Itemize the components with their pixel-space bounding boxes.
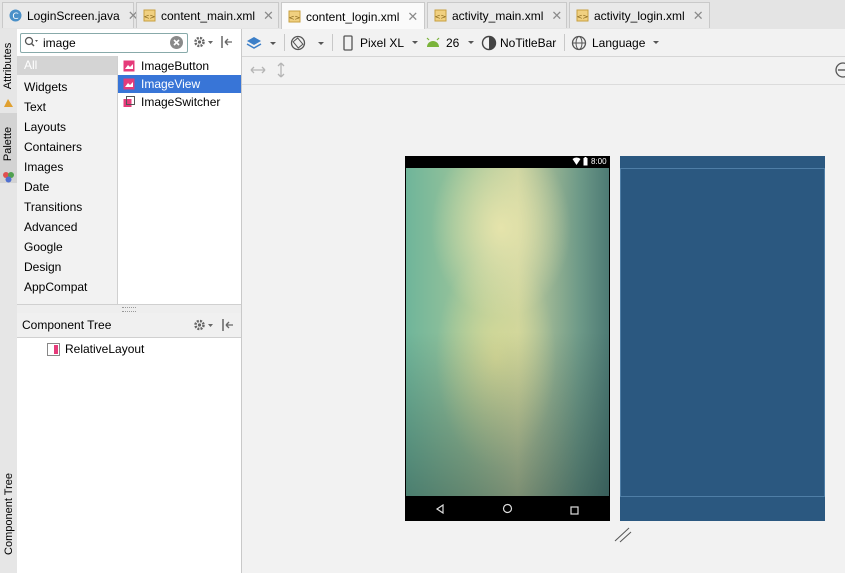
language-selector[interactable]: Language (571, 29, 664, 56)
tab-label: activity_main.xml (452, 8, 544, 23)
image-switcher-icon (123, 96, 135, 107)
xml-file-icon: <> (576, 9, 589, 23)
side-tab-attributes[interactable]: Attributes (0, 34, 17, 98)
tab-loginscreen-java[interactable]: C LoginScreen.java ✕ (2, 2, 139, 28)
side-tab-component-tree[interactable]: Component Tree (0, 458, 17, 570)
tab-content-login-xml[interactable]: <> content_login.xml ✕ (281, 2, 425, 30)
category-appcompat[interactable]: AppCompat (24, 280, 87, 294)
svg-text:<>: <> (289, 14, 301, 22)
chevron-down-icon (412, 40, 419, 44)
palette-item-imageview[interactable]: ImageView (118, 75, 241, 93)
rotate-icon (290, 35, 324, 50)
api-level-selector[interactable]: 26 (425, 29, 479, 56)
palette-item-imageswitcher[interactable]: ImageSwitcher (118, 93, 241, 111)
palette-icon (2, 170, 15, 186)
component-tree-title: Component Tree (22, 318, 112, 332)
layers-icon (246, 36, 276, 49)
theme-label: NoTitleBar (500, 35, 557, 50)
vertical-resize-icon[interactable] (274, 62, 288, 81)
palette-search-field[interactable]: image (20, 33, 188, 53)
category-date[interactable]: Date (24, 180, 49, 194)
blueprint-navbar-fill (497, 497, 609, 521)
svg-text:C: C (12, 12, 18, 22)
svg-text:<>: <> (144, 13, 156, 21)
device-selector[interactable]: Pixel XL (341, 29, 423, 56)
clear-search-icon[interactable] (169, 35, 184, 53)
image-view-icon (123, 78, 135, 90)
tab-label: LoginScreen.java (27, 8, 120, 23)
back-icon (435, 503, 445, 517)
palette-item-imagebutton[interactable]: ImageButton (118, 57, 241, 75)
side-tab-palette[interactable]: Palette (0, 116, 17, 172)
category-design[interactable]: Design (24, 260, 61, 274)
close-icon[interactable]: ✕ (407, 9, 418, 25)
chevron-down-icon (468, 40, 475, 44)
tree-node-relativelayout[interactable]: RelativeLayout (47, 342, 144, 356)
editor-tab-bar: C LoginScreen.java ✕ <> content_main.xml… (0, 0, 845, 30)
close-icon[interactable]: ✕ (551, 8, 562, 24)
palette-item-list: ImageButton ImageView ImageSwitcher (118, 56, 241, 304)
globe-icon (571, 35, 587, 50)
android-icon (426, 37, 440, 47)
palette-category-list: All Widgets Text Layouts Containers Imag… (17, 56, 118, 304)
status-time: 8:00 (591, 157, 607, 166)
layout-icon (47, 342, 60, 356)
category-text[interactable]: Text (24, 100, 46, 114)
category-widgets[interactable]: Widgets (24, 80, 67, 94)
search-input-value: image (43, 36, 76, 50)
blueprint-layout-outline (620, 168, 825, 496)
api-level-label: 26 (446, 35, 460, 50)
java-class-icon: C (9, 9, 22, 23)
settings-gear-icon[interactable] (193, 35, 215, 52)
design-surface-button[interactable] (246, 29, 278, 56)
close-icon[interactable]: ✕ (263, 8, 274, 24)
splitter-grip (122, 307, 136, 312)
settings-gear-icon[interactable] (193, 318, 215, 335)
image-button-icon (123, 60, 135, 72)
device-label: Pixel XL (360, 35, 405, 50)
theme-selector[interactable]: NoTitleBar (481, 29, 556, 56)
xml-file-icon: <> (288, 10, 301, 24)
theme-icon (481, 35, 497, 50)
close-icon[interactable]: ✕ (693, 8, 704, 24)
category-layouts[interactable]: Layouts (24, 120, 66, 134)
category-images[interactable]: Images (24, 160, 63, 174)
category-google[interactable]: Google (24, 240, 63, 254)
tab-activity-main-xml[interactable]: <> activity_main.xml ✕ (427, 2, 567, 28)
battery-icon (583, 157, 588, 168)
tab-label: content_main.xml (161, 8, 256, 23)
category-advanced[interactable]: Advanced (24, 220, 77, 234)
resize-handle-icon[interactable] (613, 527, 633, 546)
svg-text:<>: <> (435, 13, 447, 21)
tab-activity-login-xml[interactable]: <> activity_login.xml ✕ (569, 2, 710, 28)
category-all[interactable]: All (17, 56, 117, 75)
language-label: Language (592, 35, 646, 50)
svg-text:<>: <> (577, 13, 589, 21)
layout-toolbar (242, 57, 845, 85)
zoom-out-icon[interactable] (834, 62, 845, 81)
blueprint-navbar-line (620, 496, 825, 497)
category-containers[interactable]: Containers (24, 140, 82, 154)
wifi-icon (572, 157, 581, 168)
collapse-panel-icon[interactable] (220, 35, 234, 52)
tab-label: activity_login.xml (594, 8, 685, 23)
chevron-down-icon (653, 40, 660, 44)
design-toolbar: Pixel XL 26 NoTitleBar Language (242, 29, 845, 57)
attributes-icon (2, 96, 15, 112)
xml-file-icon: <> (434, 9, 447, 23)
xml-file-icon: <> (143, 9, 156, 23)
tab-content-main-xml[interactable]: <> content_main.xml ✕ (136, 2, 279, 28)
collapse-panel-icon[interactable] (221, 318, 235, 335)
phone-device-icon (343, 34, 353, 51)
imageview-background[interactable] (406, 168, 609, 496)
horizontal-resize-icon[interactable] (250, 63, 266, 80)
category-transitions[interactable]: Transitions (24, 200, 82, 214)
tab-label: content_login.xml (306, 9, 400, 24)
search-icon (24, 36, 38, 51)
status-bar: 8:00 (405, 156, 610, 168)
component-tree-header: Component Tree (17, 313, 241, 338)
orientation-button[interactable] (290, 29, 326, 56)
